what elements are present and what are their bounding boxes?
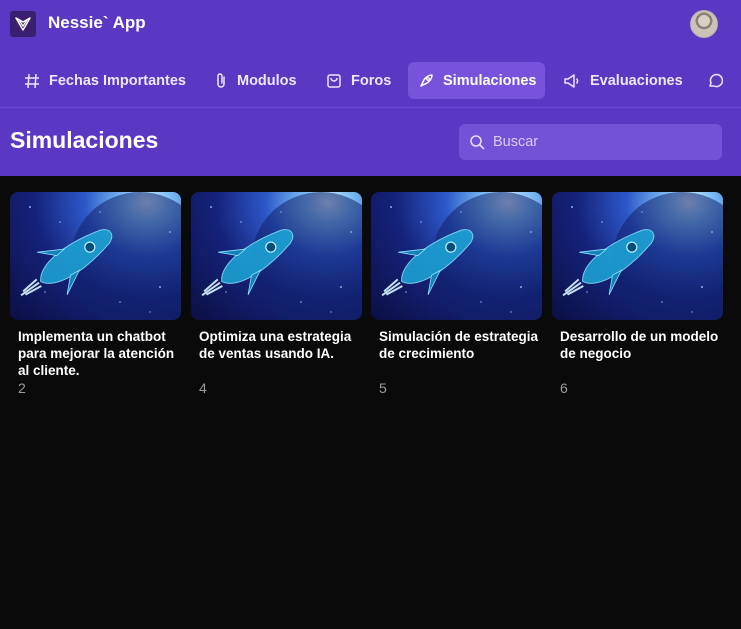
search-box[interactable] (459, 124, 722, 160)
simulation-card[interactable]: Optimiza una estrategia de ventas usando… (191, 192, 362, 402)
page-title: Simulaciones (10, 127, 159, 153)
paperclip-icon (217, 73, 225, 88)
tab-label: Modulos (237, 72, 297, 89)
tab-label: Fechas Importantes (49, 72, 186, 89)
simulation-card[interactable]: Desarrollo de un modelo de negocio 6 (552, 192, 723, 402)
rocket-icon (420, 73, 433, 87)
search-icon (470, 135, 485, 150)
tab-chat[interactable] (697, 62, 741, 99)
simulation-card[interactable]: Simulación de estrategia de crecimiento … (371, 192, 542, 402)
app-name: Nessie` App (48, 13, 146, 32)
header: Nessie` App Fechas Importantes Modulos F… (0, 0, 741, 176)
rocket-thumbnail-image[interactable] (552, 192, 723, 320)
card-title: Implementa un chatbot para mejorar la at… (18, 329, 175, 378)
tab-fechas-importantes[interactable]: Fechas Importantes (14, 62, 196, 99)
tab-label: Evaluaciones (590, 72, 683, 89)
card-count: 5 (379, 380, 387, 396)
card-title: Desarrollo de un modelo de negocio (560, 329, 719, 361)
app-logo-icon[interactable] (10, 11, 36, 37)
card-count: 4 (199, 380, 207, 396)
hash-icon (25, 73, 39, 88)
tab-foros[interactable]: Foros (316, 62, 401, 99)
tab-label: Simulaciones (443, 72, 537, 89)
shopping-bag-icon (327, 73, 341, 88)
tab-simulaciones[interactable]: Simulaciones (408, 62, 545, 99)
megaphone-icon (564, 73, 579, 88)
top-bar: Nessie` App (0, 0, 741, 50)
tab-label: Foros (351, 72, 392, 89)
user-avatar[interactable] (690, 10, 718, 38)
search-input[interactable] (493, 134, 713, 150)
tab-modulos[interactable]: Modulos (204, 62, 307, 99)
card-count: 2 (18, 380, 26, 396)
nav-tabs: Fechas Importantes Modulos Foros Simulac… (0, 62, 741, 99)
simulation-card[interactable]: Implementa un chatbot para mejorar la at… (10, 192, 181, 402)
chat-bubble-icon (709, 73, 723, 87)
rocket-thumbnail-image[interactable] (371, 192, 542, 320)
nav-divider (0, 107, 741, 108)
card-count: 6 (560, 380, 568, 396)
rocket-thumbnail-image[interactable] (10, 192, 181, 320)
card-title: Optimiza una estrategia de ventas usando… (199, 329, 352, 361)
rocket-thumbnail-image[interactable] (191, 192, 362, 320)
tab-evaluaciones[interactable]: Evaluaciones (553, 62, 693, 99)
card-title: Simulación de estrategia de crecimiento (379, 329, 539, 361)
